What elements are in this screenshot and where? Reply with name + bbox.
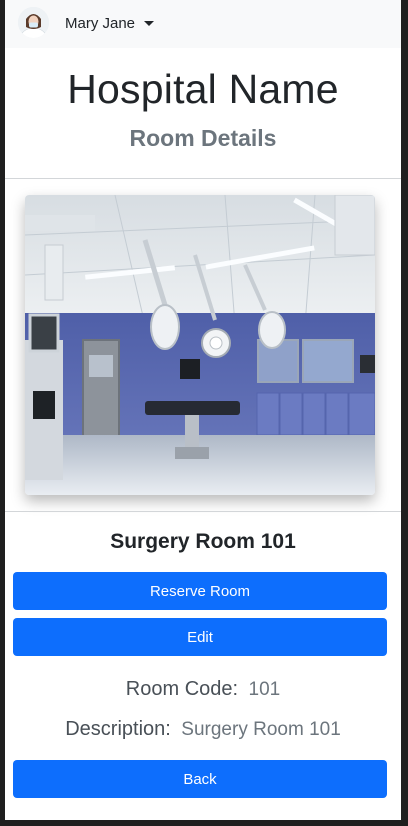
description-value: Surgery Room 101 xyxy=(181,719,341,740)
page-header: Hospital Name Room Details xyxy=(5,60,401,178)
back-button[interactable]: Back xyxy=(13,760,387,798)
operating-room-image xyxy=(25,195,375,495)
divider xyxy=(5,178,401,179)
room-code-value: 101 xyxy=(248,679,281,700)
app-frame: Mary Jane Hospital Name Room Details Sur… xyxy=(5,0,401,820)
divider xyxy=(5,511,401,512)
avatar[interactable] xyxy=(18,7,49,38)
navbar: Mary Jane xyxy=(5,0,401,48)
avatar-image xyxy=(18,7,49,38)
page-subtitle: Room Details xyxy=(129,125,277,151)
room-code-row: Room Code: 101 xyxy=(5,678,401,701)
user-name: Mary Jane xyxy=(65,14,136,32)
room-photo xyxy=(25,195,375,495)
room-title: Surgery Room 101 xyxy=(110,530,296,553)
room-code-label: Room Code: xyxy=(125,678,239,700)
user-menu-toggle[interactable]: Mary Jane xyxy=(65,13,155,33)
edit-button[interactable]: Edit xyxy=(13,618,387,656)
caret-down-icon xyxy=(144,20,155,26)
reserve-room-button[interactable]: Reserve Room xyxy=(13,572,387,610)
description-label: Description: xyxy=(65,718,171,740)
hospital-name: Hospital Name xyxy=(67,66,339,112)
description-row: Description: Surgery Room 101 xyxy=(5,718,401,741)
